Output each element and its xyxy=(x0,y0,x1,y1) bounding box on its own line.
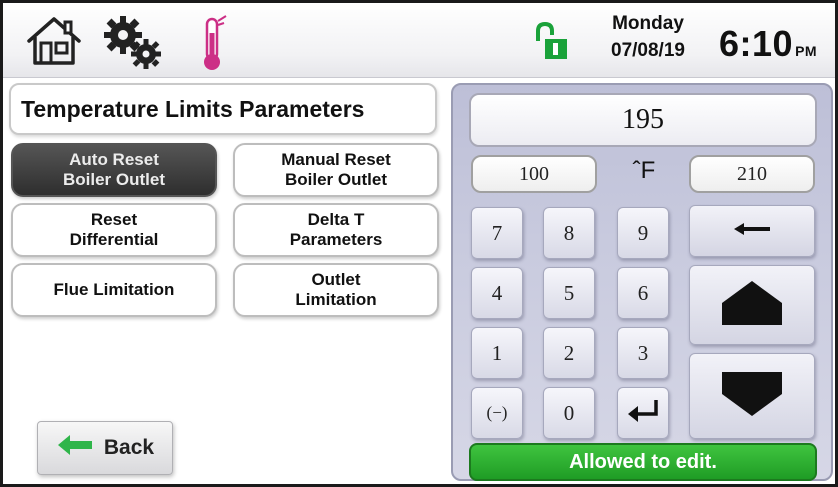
back-arrow-icon xyxy=(56,433,94,463)
screen: Monday 07/08/19 6:10 PM Temperature Limit… xyxy=(3,3,835,484)
day-label: Monday xyxy=(612,13,684,34)
backspace-key[interactable] xyxy=(689,205,815,257)
key-7[interactable]: 7 xyxy=(471,207,523,259)
date-label: 07/08/19 xyxy=(611,40,685,61)
enter-key[interactable] xyxy=(617,387,669,439)
back-label: Back xyxy=(103,436,155,459)
lock-open-icon xyxy=(533,21,573,66)
page-title: Temperature Limits Parameters xyxy=(9,83,437,135)
increment-key[interactable] xyxy=(689,265,815,345)
key-3[interactable]: 3 xyxy=(617,327,669,379)
key-9[interactable]: 9 xyxy=(617,207,669,259)
time-value: 6:10 xyxy=(719,23,794,64)
key-negate[interactable]: (−) xyxy=(471,387,523,439)
key-8[interactable]: 8 xyxy=(543,207,595,259)
value-display: 195 xyxy=(469,93,817,147)
delta-t-parameters-button[interactable]: Delta T Parameters xyxy=(233,203,439,257)
up-arrow-icon xyxy=(720,279,784,332)
unit-label: ˆF xyxy=(632,157,656,184)
manual-reset-boiler-outlet-button[interactable]: Manual Reset Boiler Outlet xyxy=(233,143,439,197)
key-5[interactable]: 5 xyxy=(543,267,595,319)
edit-status-bar: Allowed to edit. xyxy=(469,443,817,481)
key-1[interactable]: 1 xyxy=(471,327,523,379)
down-arrow-icon xyxy=(720,370,784,423)
key-4[interactable]: 4 xyxy=(471,267,523,319)
top-bar: Monday 07/08/19 6:10 PM xyxy=(3,3,835,78)
min-value: 100 xyxy=(471,155,597,193)
keypad-panel: 195 100 ˆF 210 7 8 9 4 5 6 1 2 3 (−) 0 xyxy=(451,83,833,481)
thermometer-icon[interactable] xyxy=(199,13,229,78)
key-6[interactable]: 6 xyxy=(617,267,669,319)
back-button[interactable]: Back xyxy=(37,421,173,475)
decrement-key[interactable] xyxy=(689,353,815,439)
gear-icon[interactable] xyxy=(101,15,165,76)
flue-limitation-button[interactable]: Flue Limitation xyxy=(11,263,217,317)
key-0[interactable]: 0 xyxy=(543,387,595,439)
backspace-arrow-icon xyxy=(732,221,772,242)
enter-icon xyxy=(626,398,660,428)
time-ampm: PM xyxy=(795,43,818,59)
clock: 6:10 PM xyxy=(719,23,817,65)
home-icon[interactable] xyxy=(25,15,83,72)
auto-reset-boiler-outlet-button[interactable]: Auto Reset Boiler Outlet xyxy=(11,143,217,197)
max-value: 210 xyxy=(689,155,815,193)
key-2[interactable]: 2 xyxy=(543,327,595,379)
outlet-limitation-button[interactable]: Outlet Limitation xyxy=(233,263,439,317)
reset-differential-button[interactable]: Reset Differential xyxy=(11,203,217,257)
